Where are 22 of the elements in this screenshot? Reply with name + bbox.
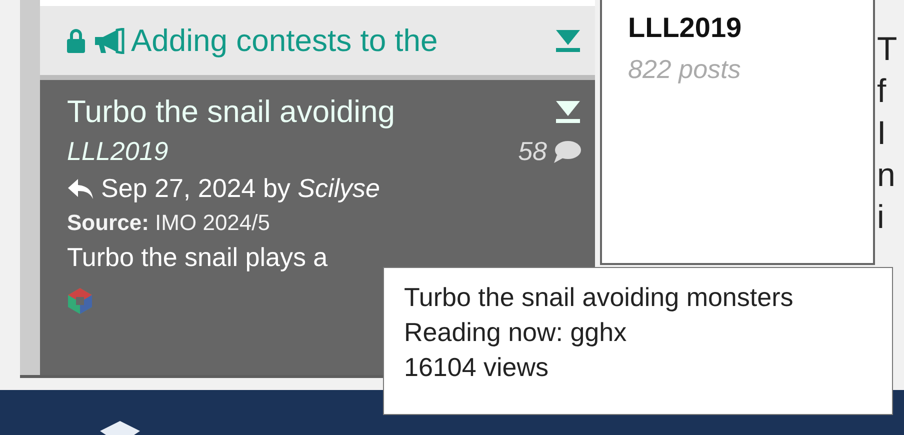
cube-icon	[67, 287, 93, 315]
pin-down-icon[interactable]	[555, 100, 581, 124]
topic-source: Source: IMO 2024/5	[67, 210, 271, 236]
megaphone-icon	[93, 28, 125, 54]
pin-down-icon[interactable]	[555, 28, 581, 52]
topic-row[interactable]: Adding contests to the	[40, 0, 595, 80]
reply-count: 58	[518, 136, 547, 167]
post-text: I	[877, 114, 888, 152]
reply-icon	[67, 178, 95, 200]
comment-icon	[553, 140, 581, 164]
post-text: T	[877, 30, 898, 68]
post-text: n	[877, 156, 896, 194]
last-post-info: Sep 27, 2024 by Scilyse	[101, 173, 380, 204]
topic-preview: Turbo the snail plays a	[67, 242, 329, 273]
post-count: 822 posts	[628, 54, 742, 85]
topic-title: Turbo the snail avoiding	[67, 94, 395, 130]
topic-title: Adding contests to the	[131, 22, 439, 58]
post-text: f	[877, 72, 888, 110]
username[interactable]: LLL2019	[628, 12, 873, 44]
logo-icon[interactable]	[100, 421, 140, 435]
post-text: i	[877, 198, 886, 236]
topic-author: LLL2019	[67, 136, 168, 167]
